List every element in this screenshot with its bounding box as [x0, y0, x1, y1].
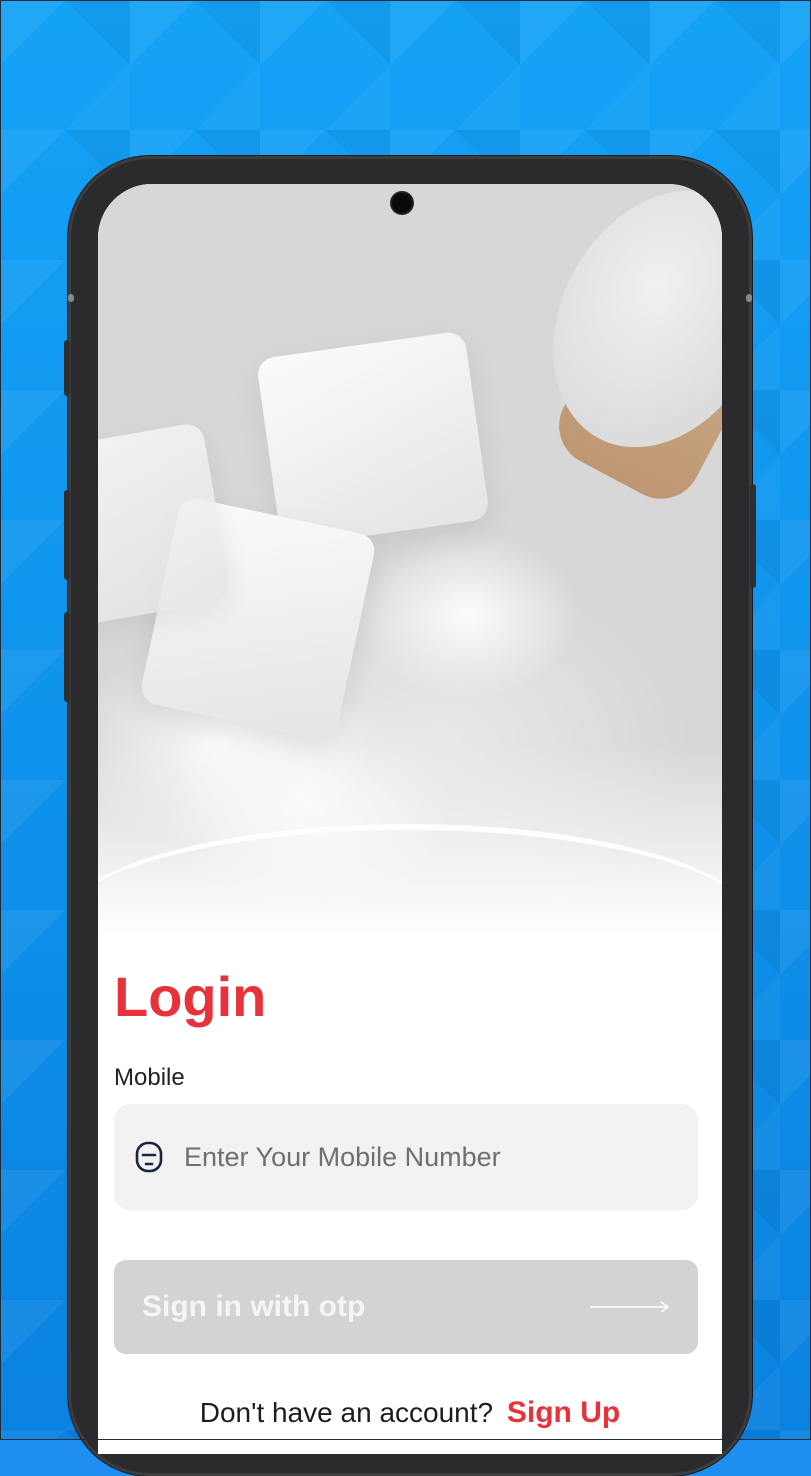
mobile-number-input[interactable]	[182, 1140, 666, 1174]
app-screen: Login Mobile Sign in with otp Don't have…	[98, 184, 722, 1454]
sign-up-link[interactable]: Sign Up	[507, 1396, 620, 1429]
phone-side-button	[64, 612, 70, 702]
mobile-phone-icon	[135, 1141, 163, 1173]
sign-in-otp-label: Sign in with otp	[142, 1290, 366, 1323]
page-title: Login	[114, 965, 267, 1028]
sugar-cube	[98, 421, 233, 627]
mobile-label: Mobile	[114, 1064, 185, 1091]
phone-top-edge	[746, 294, 752, 302]
phone-side-button	[64, 490, 70, 580]
front-camera	[392, 193, 412, 213]
phone-side-button	[64, 340, 70, 396]
hero-fade	[98, 744, 722, 944]
signup-prompt: Don't have an account?	[199, 1397, 494, 1428]
phone-power-button	[750, 484, 756, 588]
hero-image-sugar	[98, 184, 722, 944]
arrow-right-icon	[590, 1301, 670, 1313]
mobile-input-container[interactable]	[114, 1104, 698, 1210]
phone-top-edge	[68, 294, 74, 302]
sign-in-otp-button[interactable]: Sign in with otp	[114, 1260, 698, 1354]
sugar-cube	[255, 330, 491, 548]
signup-row: Don't have an account? Sign Up	[98, 1396, 722, 1430]
